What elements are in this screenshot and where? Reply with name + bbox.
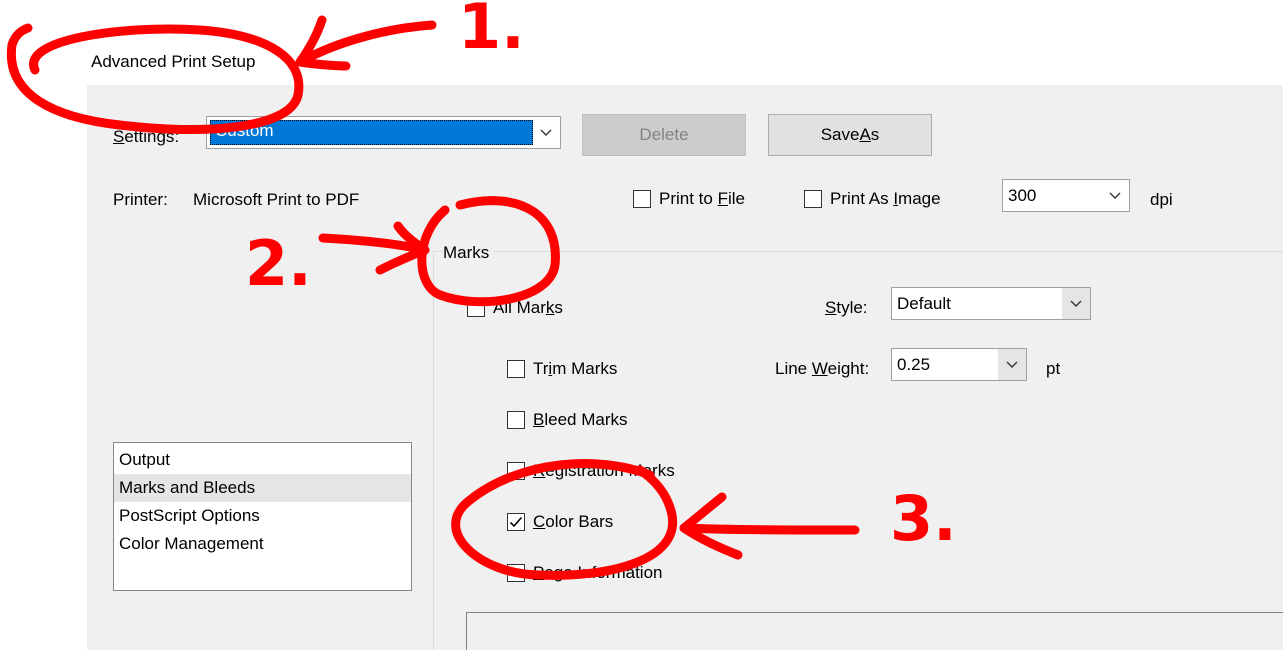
marks-section-title: Marks: [443, 243, 494, 263]
printer-label: Printer:: [113, 190, 168, 209]
category-list[interactable]: Output Marks and Bleeds PostScript Optio…: [113, 442, 412, 591]
preview-box: [466, 612, 1283, 650]
left-column-divider: [433, 251, 434, 650]
chevron-down-icon[interactable]: [532, 117, 560, 148]
bleed-marks-option[interactable]: Bleed Marks: [507, 410, 627, 430]
trim-marks-label: Trim Marks: [533, 359, 618, 378]
all-marks-label: All Marks: [493, 298, 563, 317]
chevron-down-icon[interactable]: [1062, 288, 1090, 319]
annotation-label-1: 1.: [458, 0, 525, 63]
print-as-image-option[interactable]: Print As Image: [804, 189, 941, 209]
line-weight-dropdown[interactable]: 0.25: [891, 348, 1027, 381]
dpi-unit: dpi: [1150, 190, 1173, 209]
style-dropdown[interactable]: Default: [891, 287, 1091, 320]
line-weight-value: 0.25: [897, 354, 931, 374]
all-marks-option[interactable]: All Marks: [467, 298, 563, 318]
dpi-value: 300: [1008, 185, 1037, 205]
chevron-down-icon[interactable]: [1101, 180, 1129, 211]
print-as-image-label: Print As Image: [830, 189, 941, 208]
bleed-marks-checkbox[interactable]: [507, 411, 525, 429]
registration-marks-checkbox[interactable]: [507, 462, 525, 480]
checkmark-icon: [509, 516, 523, 528]
style-value: Default: [897, 293, 951, 313]
print-as-image-checkbox[interactable]: [804, 190, 822, 208]
page-information-label: Page Information: [533, 563, 663, 582]
list-item-postscript-options[interactable]: PostScript Options: [114, 502, 411, 530]
dpi-dropdown[interactable]: 300: [1002, 179, 1130, 212]
bleed-marks-label: Bleed Marks: [533, 410, 628, 429]
save-as-button[interactable]: Save As: [768, 114, 932, 156]
trim-marks-checkbox[interactable]: [507, 360, 525, 378]
registration-marks-option[interactable]: Registration Marks: [507, 461, 675, 481]
marks-section-divider: [433, 251, 1283, 252]
all-marks-checkbox[interactable]: [467, 299, 485, 317]
page-information-checkbox[interactable]: [507, 564, 525, 582]
color-bars-option[interactable]: Color Bars: [507, 512, 613, 532]
list-item-color-management[interactable]: Color Management: [114, 530, 411, 558]
print-to-file-checkbox[interactable]: [633, 190, 651, 208]
line-weight-unit: pt: [1046, 359, 1061, 378]
window-title: Advanced Print Setup: [91, 52, 256, 71]
printer-name: Microsoft Print to PDF: [193, 190, 360, 209]
delete-button[interactable]: Delete: [582, 114, 746, 156]
list-item-output[interactable]: Output: [114, 446, 411, 474]
list-item-marks-and-bleeds[interactable]: Marks and Bleeds: [114, 474, 411, 502]
print-to-file-option[interactable]: Print to File: [633, 189, 745, 209]
registration-marks-label: Registration Marks: [533, 461, 675, 480]
print-to-file-label: Print to File: [659, 189, 745, 208]
color-bars-label: Color Bars: [533, 512, 614, 531]
color-bars-checkbox[interactable]: [507, 513, 525, 531]
annotation-arrow-1: [295, 15, 437, 71]
style-label: Style:: [825, 298, 868, 317]
line-weight-label: Line Weight:: [775, 359, 870, 378]
settings-value: Custom: [215, 121, 274, 140]
settings-label-rest: ettings:: [124, 127, 180, 146]
trim-marks-option[interactable]: Trim Marks: [507, 359, 617, 379]
settings-dropdown[interactable]: Custom: [206, 116, 561, 149]
page-information-option[interactable]: Page Information: [507, 563, 662, 583]
chevron-down-icon[interactable]: [998, 349, 1026, 380]
settings-label: Settings:: [113, 127, 180, 146]
